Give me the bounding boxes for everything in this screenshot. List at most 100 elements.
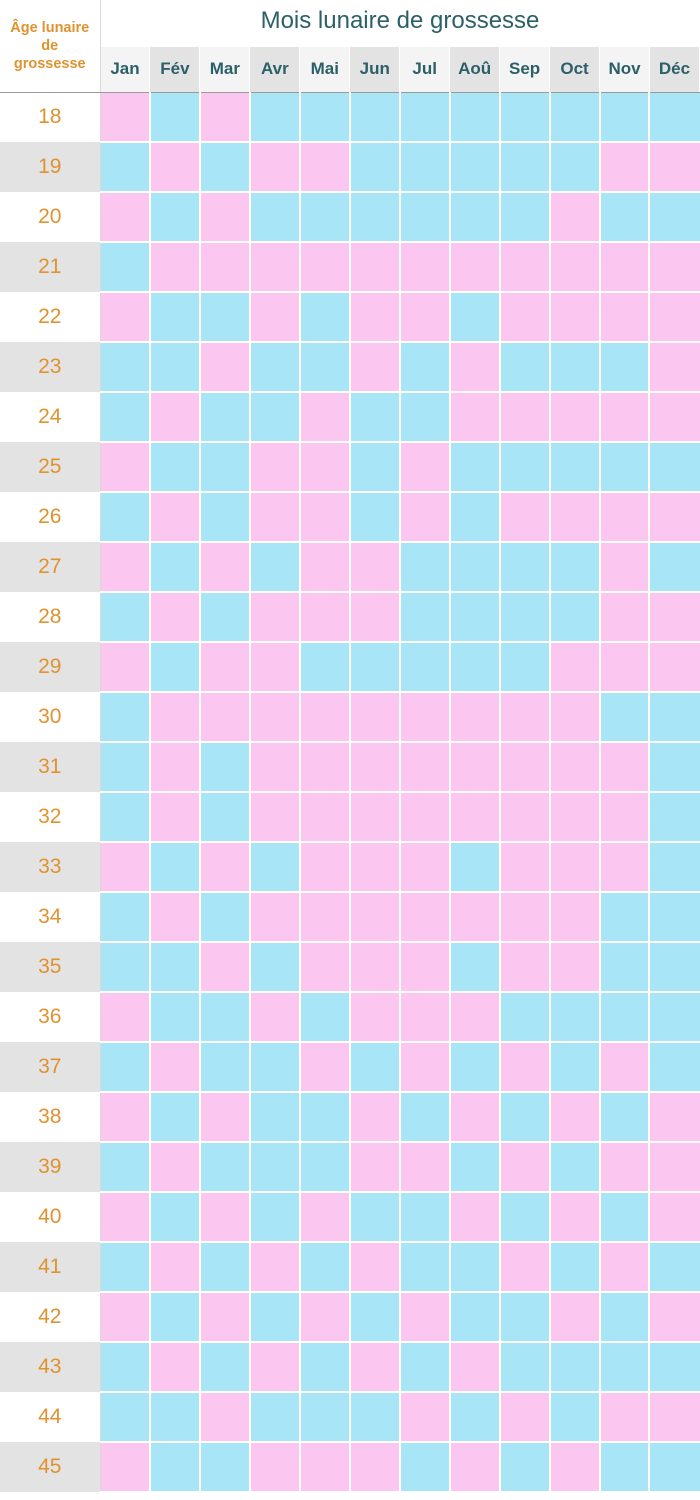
gender-cell-27-Avr[interactable] <box>249 542 301 593</box>
gender-cell-41-Oct[interactable] <box>549 1242 601 1293</box>
gender-cell-45-Jul[interactable] <box>399 1442 451 1493</box>
gender-cell-24-Déc[interactable] <box>649 392 700 443</box>
gender-cell-24-Mai[interactable] <box>299 392 351 443</box>
gender-cell-41-Avr[interactable] <box>249 1242 301 1293</box>
gender-cell-42-Déc[interactable] <box>649 1292 700 1343</box>
gender-cell-27-Mar[interactable] <box>199 542 251 593</box>
gender-cell-21-Jul[interactable] <box>399 242 451 293</box>
gender-cell-44-Mar[interactable] <box>199 1392 251 1443</box>
gender-cell-35-Fév[interactable] <box>149 942 201 993</box>
gender-cell-22-Sep[interactable] <box>499 292 551 343</box>
gender-cell-38-Sep[interactable] <box>499 1092 551 1143</box>
gender-cell-18-Fév[interactable] <box>149 92 201 143</box>
gender-cell-30-Jul[interactable] <box>399 692 451 743</box>
gender-cell-28-Jan[interactable] <box>100 592 151 643</box>
gender-cell-24-Jun[interactable] <box>349 392 401 443</box>
gender-cell-42-Oct[interactable] <box>549 1292 601 1343</box>
gender-cell-33-Mai[interactable] <box>299 842 351 893</box>
gender-cell-27-Sep[interactable] <box>499 542 551 593</box>
gender-cell-37-Mai[interactable] <box>299 1042 351 1093</box>
gender-cell-23-Jan[interactable] <box>100 342 151 393</box>
gender-cell-44-Déc[interactable] <box>649 1392 700 1443</box>
gender-cell-23-Nov[interactable] <box>599 342 651 393</box>
gender-cell-20-Jun[interactable] <box>349 192 401 243</box>
gender-cell-43-Déc[interactable] <box>649 1342 700 1393</box>
gender-cell-28-Oct[interactable] <box>549 592 601 643</box>
gender-cell-19-Sep[interactable] <box>499 142 551 193</box>
gender-cell-41-Aoû[interactable] <box>449 1242 501 1293</box>
gender-cell-20-Jul[interactable] <box>399 192 451 243</box>
gender-cell-18-Oct[interactable] <box>549 92 601 143</box>
gender-cell-21-Mar[interactable] <box>199 242 251 293</box>
gender-cell-39-Sep[interactable] <box>499 1142 551 1193</box>
gender-cell-32-Oct[interactable] <box>549 792 601 843</box>
gender-cell-27-Fév[interactable] <box>149 542 201 593</box>
gender-cell-41-Mar[interactable] <box>199 1242 251 1293</box>
gender-cell-27-Aoû[interactable] <box>449 542 501 593</box>
gender-cell-31-Jun[interactable] <box>349 742 401 793</box>
gender-cell-26-Sep[interactable] <box>499 492 551 543</box>
gender-cell-45-Déc[interactable] <box>649 1442 700 1493</box>
gender-cell-25-Oct[interactable] <box>549 442 601 493</box>
gender-cell-26-Nov[interactable] <box>599 492 651 543</box>
gender-cell-32-Jun[interactable] <box>349 792 401 843</box>
gender-cell-39-Mar[interactable] <box>199 1142 251 1193</box>
gender-cell-19-Jan[interactable] <box>100 142 151 193</box>
gender-cell-45-Oct[interactable] <box>549 1442 601 1493</box>
gender-cell-35-Sep[interactable] <box>499 942 551 993</box>
gender-cell-27-Jan[interactable] <box>100 542 151 593</box>
gender-cell-39-Mai[interactable] <box>299 1142 351 1193</box>
gender-cell-34-Jun[interactable] <box>349 892 401 943</box>
gender-cell-27-Oct[interactable] <box>549 542 601 593</box>
gender-cell-22-Jun[interactable] <box>349 292 401 343</box>
gender-cell-36-Fév[interactable] <box>149 992 201 1043</box>
gender-cell-23-Sep[interactable] <box>499 342 551 393</box>
gender-cell-33-Fév[interactable] <box>149 842 201 893</box>
gender-cell-29-Aoû[interactable] <box>449 642 501 693</box>
gender-cell-22-Jan[interactable] <box>100 292 151 343</box>
gender-cell-33-Oct[interactable] <box>549 842 601 893</box>
gender-cell-31-Oct[interactable] <box>549 742 601 793</box>
gender-cell-36-Aoû[interactable] <box>449 992 501 1043</box>
gender-cell-45-Avr[interactable] <box>249 1442 301 1493</box>
gender-cell-44-Nov[interactable] <box>599 1392 651 1443</box>
gender-cell-43-Jun[interactable] <box>349 1342 401 1393</box>
gender-cell-25-Fév[interactable] <box>149 442 201 493</box>
gender-cell-38-Nov[interactable] <box>599 1092 651 1143</box>
gender-cell-35-Mar[interactable] <box>199 942 251 993</box>
gender-cell-23-Mai[interactable] <box>299 342 351 393</box>
gender-cell-20-Nov[interactable] <box>599 192 651 243</box>
gender-cell-21-Oct[interactable] <box>549 242 601 293</box>
gender-cell-35-Nov[interactable] <box>599 942 651 993</box>
gender-cell-36-Sep[interactable] <box>499 992 551 1043</box>
gender-cell-41-Fév[interactable] <box>149 1242 201 1293</box>
gender-cell-20-Avr[interactable] <box>249 192 301 243</box>
gender-cell-18-Déc[interactable] <box>649 92 700 143</box>
gender-cell-35-Aoû[interactable] <box>449 942 501 993</box>
gender-cell-45-Fév[interactable] <box>149 1442 201 1493</box>
gender-cell-36-Mai[interactable] <box>299 992 351 1043</box>
gender-cell-41-Sep[interactable] <box>499 1242 551 1293</box>
gender-cell-34-Mai[interactable] <box>299 892 351 943</box>
gender-cell-41-Nov[interactable] <box>599 1242 651 1293</box>
gender-cell-30-Avr[interactable] <box>249 692 301 743</box>
gender-cell-35-Jun[interactable] <box>349 942 401 993</box>
gender-cell-40-Mai[interactable] <box>299 1192 351 1243</box>
gender-cell-40-Nov[interactable] <box>599 1192 651 1243</box>
gender-cell-22-Jul[interactable] <box>399 292 451 343</box>
gender-cell-20-Fév[interactable] <box>149 192 201 243</box>
gender-cell-25-Sep[interactable] <box>499 442 551 493</box>
gender-cell-37-Nov[interactable] <box>599 1042 651 1093</box>
gender-cell-44-Oct[interactable] <box>549 1392 601 1443</box>
gender-cell-24-Nov[interactable] <box>599 392 651 443</box>
gender-cell-25-Avr[interactable] <box>249 442 301 493</box>
gender-cell-21-Nov[interactable] <box>599 242 651 293</box>
gender-cell-22-Déc[interactable] <box>649 292 700 343</box>
gender-cell-39-Avr[interactable] <box>249 1142 301 1193</box>
gender-cell-45-Nov[interactable] <box>599 1442 651 1493</box>
gender-cell-37-Jul[interactable] <box>399 1042 451 1093</box>
gender-cell-40-Oct[interactable] <box>549 1192 601 1243</box>
gender-cell-42-Nov[interactable] <box>599 1292 651 1343</box>
gender-cell-22-Avr[interactable] <box>249 292 301 343</box>
gender-cell-31-Mar[interactable] <box>199 742 251 793</box>
